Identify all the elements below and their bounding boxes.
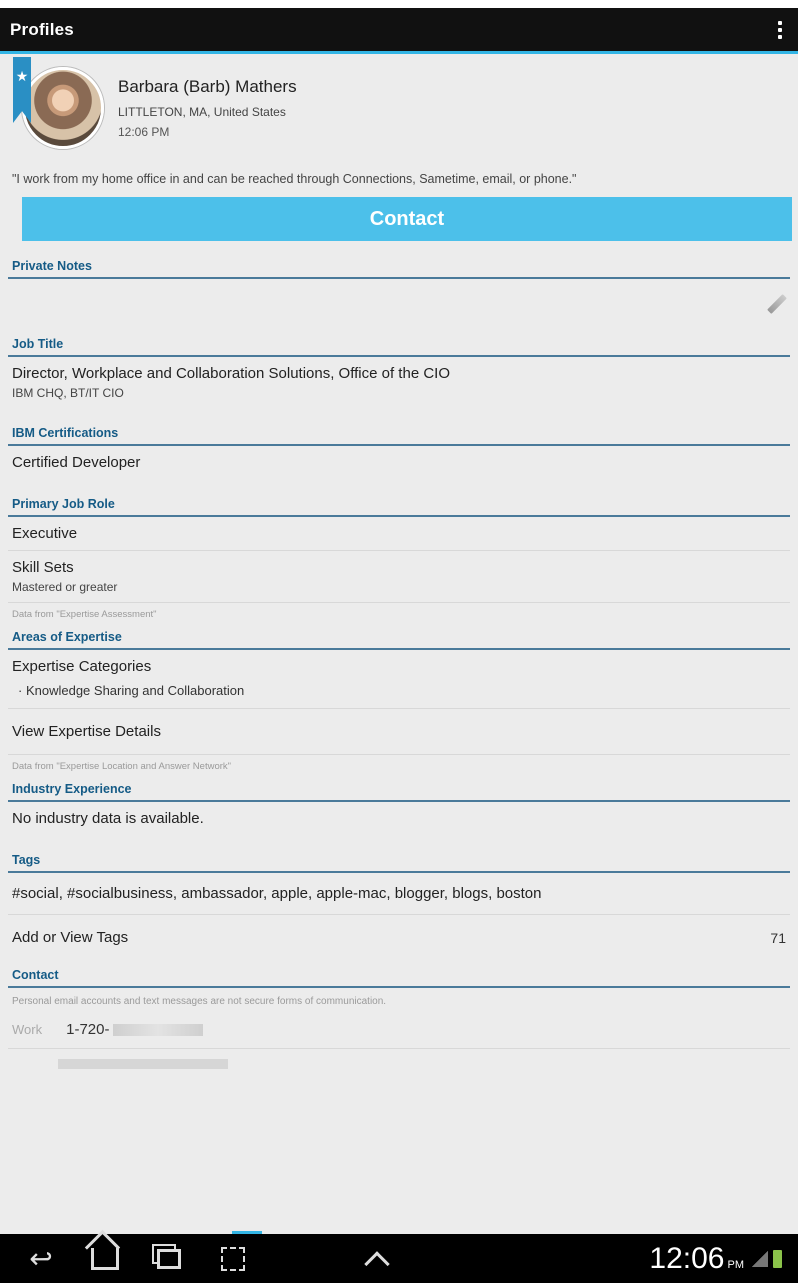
certification-row: Certified Developer xyxy=(8,446,790,479)
signal-icon xyxy=(752,1250,768,1267)
work-phone-prefix: 1-720- xyxy=(66,1021,110,1039)
redacted-text xyxy=(58,1059,228,1070)
source-note: Data from "Expertise Location and Answer… xyxy=(12,761,232,773)
home-button[interactable] xyxy=(80,1239,130,1279)
section-contact: Contact xyxy=(8,960,790,989)
section-private-notes: Private Notes xyxy=(8,241,790,280)
clock-ampm: PM xyxy=(727,1258,745,1271)
list-item: · Knowledge Sharing and Collaboration xyxy=(18,683,245,699)
app-title: Profiles xyxy=(10,19,74,39)
expertise-categories-row: Expertise Categories · Knowledge Sharing… xyxy=(8,650,790,710)
work-phone-row[interactable]: Work 1-720- xyxy=(8,1011,790,1050)
overflow-menu-icon[interactable] xyxy=(772,17,788,43)
skill-sets-label: Skill Sets xyxy=(12,559,74,577)
person-local-time: 12:06 PM xyxy=(118,125,170,139)
private-notes-row[interactable] xyxy=(8,279,790,319)
industry-row: No industry data is available. xyxy=(8,802,790,835)
redacted-number xyxy=(113,1024,204,1037)
screenshot-button[interactable] xyxy=(208,1239,258,1279)
source-note: Data from "Expertise Assessment" xyxy=(12,609,157,621)
pencil-icon[interactable] xyxy=(767,294,787,315)
section-expertise: Areas of Expertise xyxy=(8,624,790,651)
work-phone-label: Work xyxy=(12,1022,43,1038)
tags-list[interactable]: #social, #socialbusiness, ambassador, ap… xyxy=(12,885,786,902)
skill-sets-value: Mastered or greater xyxy=(12,580,118,595)
add-view-tags-label[interactable]: Add or View Tags xyxy=(12,929,128,946)
recents-button[interactable] xyxy=(144,1239,194,1279)
up-arrow-icon xyxy=(364,1250,390,1277)
tags-count: 71 xyxy=(770,929,786,946)
skill-sets-row[interactable]: Skill Sets Mastered or greater xyxy=(8,551,790,604)
expertise-category: Knowledge Sharing and Collaboration xyxy=(25,683,245,699)
top-margin xyxy=(0,0,798,8)
job-title-row: Director, Workplace and Collaboration So… xyxy=(8,357,790,408)
back-icon[interactable]: ↩ xyxy=(16,1239,66,1279)
person-location: LITTLETON, MA, United States xyxy=(118,105,286,119)
screenshot-icon xyxy=(221,1246,245,1271)
profile-content[interactable]: ★ Barbara (Barb) Mathers LITTLETON, MA, … xyxy=(0,57,798,1232)
job-role-row: Executive xyxy=(8,517,790,552)
certification-value: Certified Developer xyxy=(12,454,141,472)
section-job-title: Job Title xyxy=(8,319,790,358)
next-contact-row[interactable] xyxy=(8,1059,790,1081)
profile-header: ★ Barbara (Barb) Mathers LITTLETON, MA, … xyxy=(8,57,790,157)
avatar[interactable] xyxy=(22,67,104,149)
add-view-tags-row[interactable]: Add or View Tags 71 xyxy=(8,915,790,960)
section-industry: Industry Experience xyxy=(8,776,790,803)
job-dept: IBM CHQ, BT/IT CIO xyxy=(12,386,124,401)
status-clock: 12:06 PM xyxy=(649,1242,744,1276)
job-title: Director, Workplace and Collaboration So… xyxy=(12,365,450,383)
recent-apps-icon xyxy=(157,1248,181,1269)
profile-quote: "I work from my home office in and can b… xyxy=(12,172,577,186)
view-expertise-row[interactable]: View Expertise Details xyxy=(8,709,790,756)
system-nav-bar: ↩ 12:06 PM xyxy=(0,1234,798,1283)
view-expertise-details[interactable]: View Expertise Details xyxy=(12,717,786,746)
work-phone-number[interactable]: 1-720- xyxy=(66,1021,204,1039)
tags-list-row[interactable]: #social, #socialbusiness, ambassador, ap… xyxy=(8,873,790,916)
job-role: Executive xyxy=(12,525,78,543)
action-bar: Profiles xyxy=(0,8,798,54)
section-certifications: IBM Certifications xyxy=(8,408,790,447)
section-tags: Tags xyxy=(8,835,790,874)
industry-value: No industry data is available. xyxy=(12,810,204,828)
expertise-categories-label: Expertise Categories xyxy=(12,658,152,676)
person-name: Barbara (Barb) Mathers xyxy=(118,77,297,96)
home-icon xyxy=(91,1247,119,1270)
up-button[interactable] xyxy=(352,1239,402,1279)
security-notice: Personal email accounts and text message… xyxy=(12,996,387,1008)
clock-time: 12:06 xyxy=(649,1241,725,1275)
battery-icon xyxy=(773,1249,782,1268)
contact-button[interactable]: Contact xyxy=(22,197,792,242)
section-job-role: Primary Job Role xyxy=(8,479,790,518)
